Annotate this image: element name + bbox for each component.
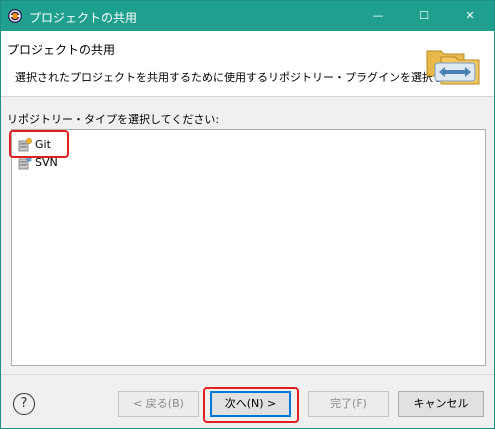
- back-button[interactable]: < 戻る(B): [118, 391, 199, 417]
- maximize-button[interactable]: ☐: [401, 1, 447, 31]
- help-button[interactable]: ?: [13, 393, 35, 415]
- share-project-dialog: プロジェクトの共用 — ☐ ✕ プロジェクトの共用 選択されたプロジェクトを共用…: [0, 0, 495, 429]
- window-title: プロジェクトの共用: [29, 11, 138, 25]
- svn-repository-icon: [18, 156, 32, 170]
- cancel-button[interactable]: キャンセル: [398, 391, 484, 417]
- title-bar: プロジェクトの共用 — ☐ ✕: [1, 1, 494, 31]
- repository-type-label: リポジトリー・タイプを選択してください:: [7, 113, 220, 126]
- repository-type-list[interactable]: Git SVN: [11, 129, 486, 366]
- finish-button[interactable]: 完了(F): [308, 391, 389, 417]
- wizard-header: プロジェクトの共用 選択されたプロジェクトを共用するために使用するリポジトリー・…: [1, 31, 494, 97]
- git-highlight-box: [9, 130, 69, 158]
- page-title: プロジェクトの共用: [7, 43, 116, 57]
- minimize-button[interactable]: —: [355, 1, 401, 31]
- shared-folders-icon: [426, 50, 480, 85]
- next-highlight-box: [203, 387, 299, 423]
- page-description: 選択されたプロジェクトを共用するために使用するリポジトリー・プラグインを選択しま…: [15, 71, 476, 84]
- footer-divider: [1, 374, 494, 375]
- eclipse-app-icon: [8, 9, 22, 23]
- close-button[interactable]: ✕: [447, 1, 493, 31]
